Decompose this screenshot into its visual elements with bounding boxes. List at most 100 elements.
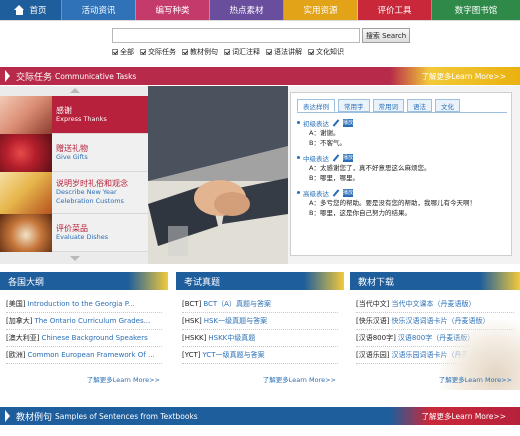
tab-grammar[interactable]: 语法 <box>407 99 432 112</box>
tab-culture[interactable]: 文化 <box>435 99 460 112</box>
dialogue-line: A：太感谢您了，真不好意思这么麻烦您。 <box>309 164 431 172</box>
list-item[interactable]: [HSKK] HSKK中级真题 <box>182 330 338 347</box>
dialogue-line: A：多亏您的帮助。要是没有您的帮助，我哪儿有今天啊！ <box>309 199 476 207</box>
section-subtitle: Samples of Sentences from Textbooks <box>55 411 198 421</box>
column-more-link[interactable]: 了解更多Learn More>> <box>439 374 512 384</box>
list-item[interactable]: [YCT] YCT一级真题与答案 <box>182 347 338 364</box>
tab-characters[interactable]: 常用字 <box>338 99 370 112</box>
filter-culture[interactable]: 文化知识 <box>308 47 344 57</box>
section-title: 教材例句 <box>16 412 53 423</box>
filter-vocab[interactable]: 词汇注释 <box>224 47 260 57</box>
task-item-dishes[interactable]: 评价菜品 Evaluate Dishes <box>0 213 148 252</box>
task-label: 说明岁时礼俗和观念 <box>56 179 128 188</box>
tasks-more-link[interactable]: 了解更多Learn More>> <box>390 67 520 85</box>
nav-item-home[interactable]: 首页 <box>0 0 62 20</box>
pencil-icon[interactable] <box>332 189 340 197</box>
nav-item-materials[interactable]: 热点素材 <box>210 0 284 20</box>
filter-label: 交际任务 <box>148 48 176 56</box>
filter-tasks[interactable]: 交际任务 <box>140 47 176 57</box>
handshake-illustration <box>148 86 288 264</box>
item-link[interactable]: Common European Framework Of ... <box>27 351 154 359</box>
tab-divider <box>297 112 507 113</box>
item-tag: [美国] <box>6 300 26 308</box>
section-subtitle: Communicative Tasks <box>55 71 137 81</box>
item-tag: [HSK] <box>182 317 202 325</box>
checkbox-icon[interactable] <box>224 49 230 55</box>
tasks-section-header: 交际任务 Communicative Tasks 了解更多Learn More>… <box>0 67 520 85</box>
task-item-thanks[interactable]: 感谢 Express Thanks <box>0 95 148 134</box>
pencil-icon[interactable] <box>332 154 340 162</box>
list-item[interactable]: [BCT] BCT（A）真题与答案 <box>182 296 338 313</box>
list-item[interactable]: [当代中文] 当代中文课本（丹麦语版） <box>356 296 514 313</box>
item-link[interactable]: 当代中文课本（丹麦语版） <box>391 299 475 309</box>
level-title: 中级表达 <box>303 154 329 163</box>
column-title: 考试真题 <box>176 272 344 290</box>
nav-item-types[interactable]: 编写种类 <box>136 0 210 20</box>
item-tag: [HSKK] <box>182 334 207 342</box>
filter-samples[interactable]: 教材例句 <box>182 47 218 57</box>
samples-more-link[interactable]: 了解更多Learn More>> <box>390 407 520 425</box>
nav-item-resources[interactable]: 实用资源 <box>284 0 358 20</box>
nav-item-evaluation[interactable]: 评价工具 <box>358 0 432 20</box>
item-link[interactable]: YCT一级真题与答案 <box>203 350 265 360</box>
pencil-icon[interactable] <box>332 119 340 127</box>
play-button[interactable]: 播放 <box>343 118 353 127</box>
list-item[interactable]: [HSK] HSK一级真题与答案 <box>182 313 338 330</box>
list-item[interactable]: [澳大利亚] Chinese Background Speakers <box>6 330 162 347</box>
level-block-advanced: 高级表达 播放 A：多亏您的帮助。要是没有您的帮助，我哪儿有今天啊！ B：哪里，… <box>297 187 507 218</box>
item-tag: [澳大利亚] <box>6 334 40 342</box>
task-label: 感谢 <box>56 105 72 115</box>
item-link[interactable]: HSKK中级真题 <box>208 333 255 343</box>
checkbox-icon[interactable] <box>308 49 314 55</box>
tab-examples[interactable]: 表达样例 <box>297 99 335 112</box>
bullet-icon <box>297 191 300 194</box>
filter-grammar[interactable]: 语法讲解 <box>266 47 302 57</box>
task-sublabel: Describe New Year Celebration Customs <box>56 188 124 205</box>
task-levels: 初级表达 播放 A：谢谢。 B：不客气。 中级表达 播放 A：太感谢您了，真不好… <box>297 117 507 222</box>
play-button[interactable]: 播放 <box>343 188 353 197</box>
arrow-right-icon <box>5 410 10 422</box>
nav-item-label: 评价工具 <box>377 6 412 16</box>
search-button[interactable]: 搜索 Search <box>362 28 410 43</box>
top-nav: 首页 活动资讯 编写种类 热点素材 实用资源 评价工具 数字图书馆 <box>0 0 520 20</box>
item-link[interactable]: BCT（A）真题与答案 <box>203 299 271 309</box>
bullet-icon <box>297 156 300 159</box>
nav-item-library[interactable]: 数字图书馆 <box>432 0 520 20</box>
nav-item-label: 首页 <box>29 6 47 16</box>
list-item[interactable]: [欧洲] Common European Framework Of ... <box>6 347 162 364</box>
task-thumbnail <box>0 95 52 134</box>
filter-label: 文化知识 <box>316 48 344 56</box>
filter-label: 全部 <box>120 48 134 56</box>
search-input[interactable] <box>112 28 360 43</box>
tab-words[interactable]: 常用词 <box>372 99 404 112</box>
chevron-down-icon[interactable] <box>70 256 80 261</box>
play-button[interactable]: 播放 <box>343 153 353 162</box>
nav-item-news[interactable]: 活动资讯 <box>62 0 136 20</box>
item-link[interactable]: Chinese Background Speakers <box>41 334 147 342</box>
level-title: 高级表达 <box>303 189 329 198</box>
item-link[interactable]: Introduction to the Georgia P... <box>27 300 134 308</box>
dialogue-line: B：哪里，哪里。 <box>309 174 359 182</box>
column-more-link[interactable]: 了解更多Learn More>> <box>263 374 336 384</box>
item-tag: [汉语乐园] <box>356 351 390 359</box>
list-item[interactable]: [加拿大] The Ontario Curriculum Grades... <box>6 313 162 330</box>
checkbox-icon[interactable] <box>140 49 146 55</box>
checkbox-icon[interactable] <box>182 49 188 55</box>
tasks-area: 感谢 Express Thanks 赠送礼物 Give Gifts 说明岁时礼俗… <box>0 86 520 264</box>
list-item[interactable]: [美国] Introduction to the Georgia P... <box>6 296 162 313</box>
chevron-up-icon[interactable] <box>70 88 80 93</box>
nav-item-label: 实用资源 <box>303 6 338 16</box>
column-more-link[interactable]: 了解更多Learn More>> <box>87 374 160 384</box>
task-item-new-year[interactable]: 说明岁时礼俗和观念 Describe New Year Celebration … <box>0 171 148 214</box>
column-list: [美国] Introduction to the Georgia P... [加拿… <box>0 290 168 364</box>
item-link[interactable]: HSK一级真题与答案 <box>204 316 267 326</box>
item-tag: [加拿大] <box>6 317 33 325</box>
item-link[interactable]: The Ontario Curriculum Grades... <box>34 317 150 325</box>
checkbox-icon[interactable] <box>266 49 272 55</box>
search-filters: 全部 交际任务 教材例句 词汇注释 语法讲解 文化知识 <box>112 47 344 57</box>
checkbox-icon[interactable] <box>112 49 118 55</box>
dialogue-line: A：谢谢。 <box>309 129 340 137</box>
task-item-gifts[interactable]: 赠送礼物 Give Gifts <box>0 133 148 172</box>
item-tag: [快乐汉语] <box>356 317 390 325</box>
filter-all[interactable]: 全部 <box>112 47 134 57</box>
